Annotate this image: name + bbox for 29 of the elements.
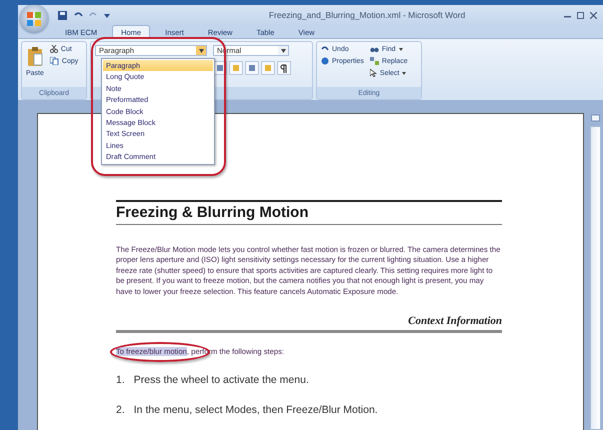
step-text: In the menu, select Modes, then Freeze/Blur Motion. bbox=[134, 404, 378, 416]
scissors-icon bbox=[50, 45, 58, 53]
pilcrow-icon[interactable] bbox=[277, 61, 291, 75]
office-logo-icon bbox=[26, 11, 42, 27]
vertical-scrollbar[interactable] bbox=[590, 126, 600, 430]
copy-icon bbox=[50, 57, 59, 65]
cursor-icon bbox=[370, 69, 377, 77]
save-icon bbox=[58, 10, 67, 20]
clipboard-icon bbox=[26, 47, 43, 67]
customize-arrow-icon bbox=[104, 11, 110, 19]
dropdown-arrow-icon bbox=[398, 48, 403, 50]
document-heading: Freezing & Blurring Motion bbox=[116, 200, 502, 225]
window-title: Freezing_and_Blurring_Motion.xml - Microsoft Word bbox=[268, 10, 466, 20]
dropdown-arrow-icon bbox=[280, 48, 286, 52]
ruler-toggle-icon bbox=[590, 113, 600, 122]
close-icon bbox=[590, 12, 597, 18]
toolbar-tool-icon[interactable] bbox=[245, 61, 259, 75]
replace-icon bbox=[370, 57, 379, 65]
step-number: 2. bbox=[116, 404, 125, 416]
binoculars-icon bbox=[370, 45, 379, 53]
undo-icon bbox=[73, 10, 83, 20]
maximize-icon bbox=[577, 12, 584, 18]
dropdown-arrow-icon bbox=[198, 48, 204, 52]
section-heading: Context Information bbox=[116, 315, 502, 334]
step-number: 1. bbox=[116, 374, 125, 386]
undo-icon bbox=[321, 45, 329, 53]
dropdown-arrow-icon bbox=[402, 72, 406, 74]
info-icon bbox=[321, 57, 329, 65]
step-text: Press the wheel to activate the menu. bbox=[134, 374, 309, 386]
